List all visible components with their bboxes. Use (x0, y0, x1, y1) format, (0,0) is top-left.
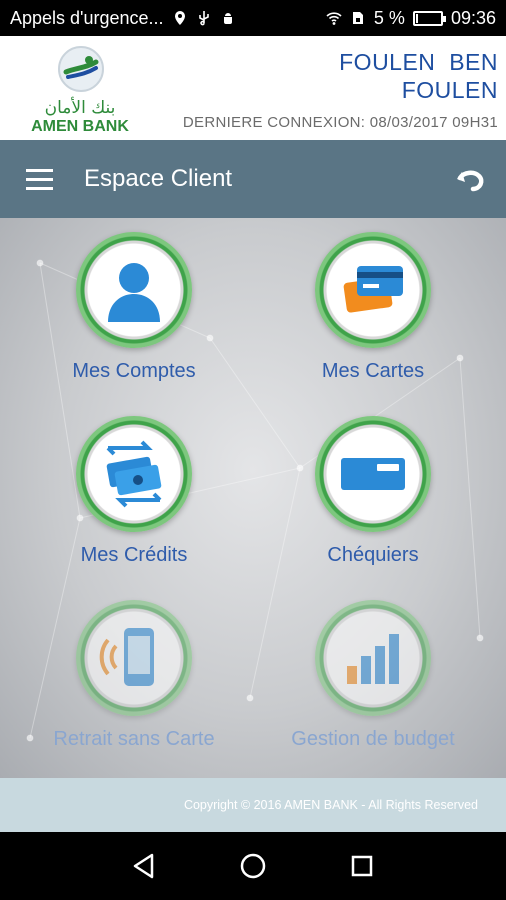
tile-gestion-de-budget[interactable]: Gestion de budget (253, 586, 493, 766)
wifi-icon (326, 12, 342, 25)
android-debug-icon (223, 13, 232, 24)
user-first-name: FOULEN BEN (339, 49, 498, 75)
user-name: FOULEN BEN FOULEN (298, 48, 498, 104)
nav-recents-icon[interactable] (347, 851, 377, 881)
tile-chequiers[interactable]: Chéquiers (253, 402, 493, 582)
undo-back-icon[interactable] (454, 162, 488, 196)
page-title: Espace Client (84, 165, 233, 192)
app-screen: Appels d'urgence... 5 % 09:36 بنك الأمان… (0, 0, 506, 900)
status-bar: Appels d'urgence... 5 % 09:36 (0, 0, 506, 36)
last-connection: DERNIERE CONNEXION: 08/03/2017 09H31 (182, 114, 498, 131)
location-icon (174, 11, 185, 25)
tile-label: Mes Comptes (72, 360, 196, 382)
tile-label: Retrait sans Carte (53, 728, 215, 750)
mobile-withdrawal-icon (99, 628, 154, 686)
hamburger-menu-icon[interactable] (0, 140, 64, 218)
tile-mes-cartes[interactable]: Mes Cartes (253, 218, 493, 398)
usb-icon (198, 11, 209, 26)
bar-chart-icon (347, 634, 399, 684)
user-last-name: FOULEN (401, 77, 498, 103)
tile-label: Mes Crédits (80, 544, 188, 566)
tile-retrait-sans-carte[interactable]: Retrait sans Carte (14, 586, 254, 766)
credit-cards-icon (343, 266, 403, 313)
tile-mes-credits[interactable]: Mes Crédits (14, 402, 254, 582)
tile-label: Gestion de budget (291, 728, 455, 750)
main-menu-grid: Mes Comptes Mes Cartes Mes Crédits Chéqu… (0, 218, 506, 778)
nav-back-icon[interactable] (129, 851, 159, 881)
notification-text: Appels d'urgence... (10, 7, 164, 28)
amen-bank-logo: بنك الأمان AMEN BANK (30, 44, 130, 136)
toolbar: Espace Client (0, 140, 506, 218)
checkbook-card-icon (341, 458, 405, 490)
tile-label: Mes Cartes (321, 360, 425, 382)
battery-icon (412, 10, 446, 26)
nav-home-icon[interactable] (238, 851, 268, 881)
clock: 09:36 (450, 7, 496, 28)
tile-mes-comptes[interactable]: Mes Comptes (14, 218, 254, 398)
app-header: بنك الأمان AMEN BANK FOULEN BEN FOULEN D… (0, 36, 506, 140)
logo-arabic-text: بنك الأمان (44, 98, 116, 118)
system-nav-bar (0, 832, 506, 900)
bank-emblem-icon (58, 46, 104, 92)
money-transfer-icon (106, 440, 162, 508)
copyright-footer: Copyright © 2016 AMEN BANK - All Rights … (0, 778, 506, 832)
logo-bank-name: AMEN BANK (31, 118, 129, 135)
copyright-text: Copyright © 2016 AMEN BANK - All Rights … (183, 798, 478, 812)
tile-label: Chéquiers (327, 544, 419, 566)
user-account-icon (108, 263, 160, 322)
sim-card-icon (352, 12, 363, 24)
battery-percent: 5 % (373, 7, 405, 28)
